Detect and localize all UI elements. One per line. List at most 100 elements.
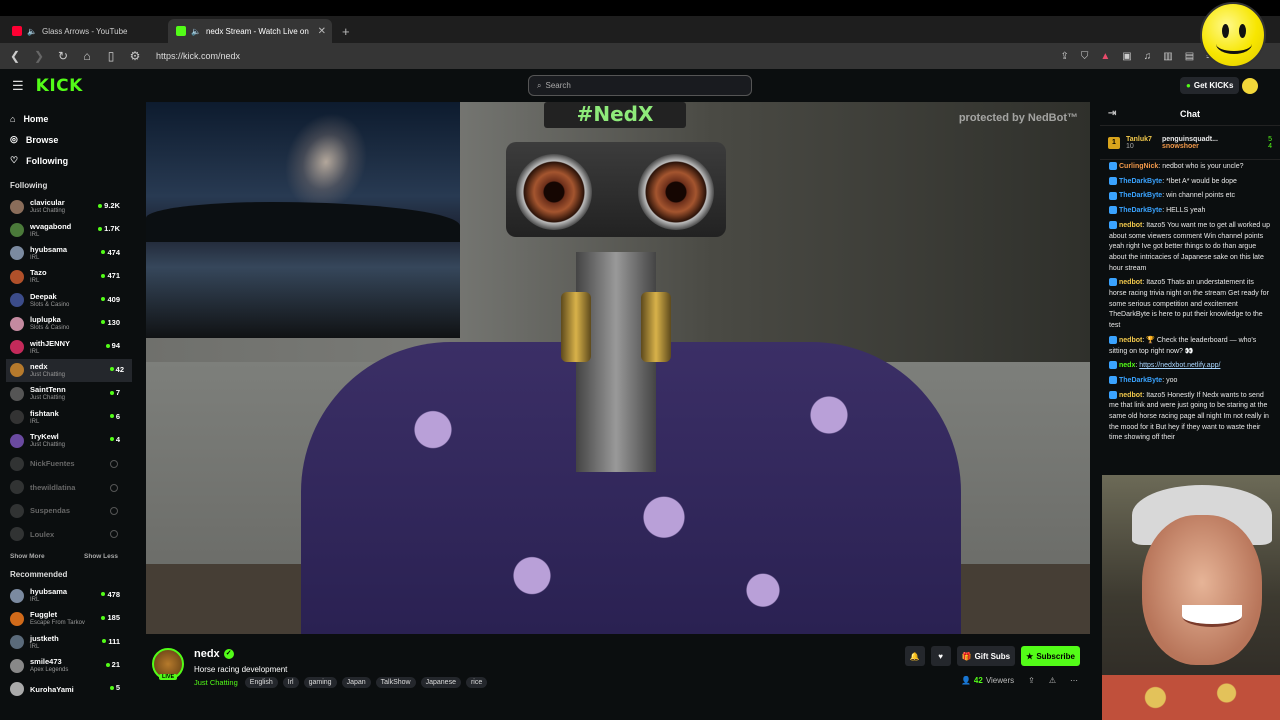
watermark: protected by NedBot™ (958, 112, 1078, 124)
offline-channel-item[interactable]: thewildlatina (10, 476, 128, 499)
avatar (10, 293, 24, 308)
offline-icon (110, 460, 118, 469)
channel-item[interactable]: Tazo IRL 471 (10, 265, 128, 288)
tag-pill[interactable]: Irl (282, 677, 299, 688)
live-dot (109, 414, 114, 419)
chat-username[interactable]: TheDarkByte (1119, 178, 1162, 185)
chat-username[interactable]: TheDarkByte (1119, 377, 1162, 384)
chat-leaderboard[interactable]: 1 Tanluk7 10 penguinsquadt... 5 snowshoer… (1100, 126, 1280, 160)
video-player[interactable]: #NedX protected by NedBot™ (146, 102, 1090, 634)
notify-button[interactable]: 🔔 (904, 646, 925, 666)
close-icon[interactable]: ✕ (318, 26, 326, 37)
channel-text: hyubsama IRL (30, 587, 67, 604)
site-settings-icon[interactable]: ⚙ (128, 49, 142, 63)
channel-item[interactable]: withJENNY IRL 94 (10, 335, 128, 358)
user-avatar[interactable] (1242, 78, 1258, 94)
face (1142, 515, 1262, 665)
show-less-button[interactable]: Show Less (84, 553, 118, 560)
home-icon[interactable]: ⌂ (80, 49, 94, 63)
channel-item[interactable]: luplupka Slots & Casino 130 (10, 312, 128, 335)
reload-icon[interactable]: ↻ (56, 49, 70, 63)
sidebar-item-home[interactable]: ⌂ Home (10, 108, 128, 129)
chat-link[interactable]: https://nedxbot.netlify.app/ (1139, 362, 1220, 369)
channel-item[interactable]: smile473 Apex Legends 21 (10, 654, 128, 677)
avatar (10, 246, 24, 261)
chat-username[interactable]: nedx (1119, 362, 1135, 369)
channel-item[interactable]: nedx Just Chatting 42 (6, 358, 132, 383)
sidebar-item-browse[interactable]: ◎ Browse (10, 129, 128, 150)
offline-channel-item[interactable]: Suspendas (10, 499, 128, 522)
wallet-icon[interactable]: ▤ (1185, 51, 1194, 62)
gift-subs-button[interactable]: 🎁 Gift Subs (956, 646, 1016, 666)
sidebar-icon[interactable]: ▥ (1163, 51, 1172, 62)
channel-category: Escape From Tarkov (30, 620, 85, 627)
report-icon[interactable]: ⚠ (1049, 676, 1056, 685)
tab-kick[interactable]: 🔈 nedx Stream - Watch Live on ✕ (168, 19, 332, 43)
channel-item[interactable]: hyubsama IRL 478 (10, 584, 128, 607)
badge-icon (1109, 176, 1117, 185)
chat-username[interactable]: TheDarkByte (1119, 192, 1162, 199)
badge-icon (1109, 220, 1117, 229)
tab-youtube[interactable]: 🔈 Glass Arrows - YouTube (4, 19, 168, 43)
chat-username[interactable]: nedbot (1119, 222, 1142, 229)
tag-pill[interactable]: Japanese (420, 677, 461, 688)
heart-icon: ♥ (938, 651, 943, 661)
chat-username[interactable]: CurlingNick (1119, 163, 1158, 170)
chat-message: CurlingNick: nedbot who is your uncle? (1100, 160, 1280, 175)
search-placeholder: Search (545, 81, 571, 90)
channel-item[interactable]: SaintTenn Just Chatting 7 (10, 382, 128, 405)
collapse-chat-icon[interactable]: ⇥ (1108, 108, 1116, 119)
more-icon[interactable]: ⋯ (1070, 676, 1078, 685)
share-icon[interactable]: ⇪ (1061, 51, 1069, 62)
channel-item[interactable]: Deepak Slots & Casino 409 (10, 289, 128, 312)
back-icon[interactable]: ❮ (8, 49, 22, 63)
channel-item[interactable]: hyubsama IRL 474 (10, 242, 128, 265)
shield-icon[interactable]: ⛉ (1081, 51, 1089, 62)
music-icon[interactable]: ♫ (1144, 51, 1152, 62)
hamburger-icon[interactable]: ☰ (12, 78, 24, 94)
channel-item[interactable]: fishtank IRL 6 (10, 406, 128, 429)
robot-eye (516, 154, 592, 230)
viewer-count: 111 (102, 637, 120, 646)
tag-pill[interactable]: rice (465, 677, 488, 688)
show-more-button[interactable]: Show More (10, 553, 45, 560)
chat-username[interactable]: nedbot (1119, 279, 1142, 286)
subscribe-button[interactable]: ★ Subscribe (1021, 646, 1080, 666)
follow-button[interactable]: ♥ (930, 646, 951, 666)
viewer-count: 9.2K (98, 201, 120, 210)
chat-username[interactable]: nedbot (1119, 337, 1142, 344)
channel-item[interactable]: clavicular Just Chatting 9.2K (10, 195, 128, 218)
kick-logo[interactable]: KICK (36, 76, 83, 96)
tag-pill[interactable]: Japan (341, 677, 371, 688)
forward-icon[interactable]: ❯ (32, 49, 46, 63)
robot-tube (561, 292, 591, 362)
tag-pill[interactable]: gaming (303, 677, 337, 688)
url-field[interactable]: https://kick.com/nedx (156, 51, 1051, 61)
channel-item[interactable]: justketh IRL 111 (10, 631, 128, 654)
alert-icon[interactable]: ▲ (1100, 51, 1110, 62)
tag-pill[interactable]: TalkShow (375, 677, 416, 688)
offline-channel-item[interactable]: Loulex (10, 522, 128, 545)
streamer-name[interactable]: nedx (194, 648, 220, 660)
extension-icon[interactable]: ▣ (1122, 51, 1131, 62)
channel-item[interactable]: KurohaYami 5 (10, 677, 128, 700)
tag-pill[interactable]: English (244, 677, 278, 688)
bookmark-icon[interactable]: ▯ (104, 49, 118, 63)
chat-username[interactable]: TheDarkByte (1119, 207, 1162, 214)
chat-username[interactable]: nedbot (1119, 392, 1142, 399)
sidebar-item-following[interactable]: ♡ Following (10, 150, 128, 171)
channel-item[interactable]: Fugglet Escape From Tarkov 185 (10, 607, 128, 630)
live-dot (101, 250, 106, 255)
search-input[interactable]: ⌕ Search (528, 75, 752, 96)
live-dot (105, 343, 110, 348)
chat-text: HELLS yeah (1166, 207, 1206, 215)
chat-message: nedx: https://nedxbot.netlify.app/ (1100, 359, 1280, 374)
channel-item[interactable]: wvagabond IRL 1.7K (10, 218, 128, 241)
new-tab-button[interactable]: + (332, 19, 360, 43)
channel-item[interactable]: TryKewl Just Chatting 4 (10, 429, 128, 452)
get-kicks-button[interactable]: ● Get KICKs (1180, 77, 1240, 94)
category-link[interactable]: Just Chatting (194, 678, 238, 687)
offline-channel-item[interactable]: NickFuentes (10, 452, 128, 475)
share-icon[interactable]: ⇪ (1028, 676, 1035, 685)
viewer-count: 474 (101, 248, 120, 257)
